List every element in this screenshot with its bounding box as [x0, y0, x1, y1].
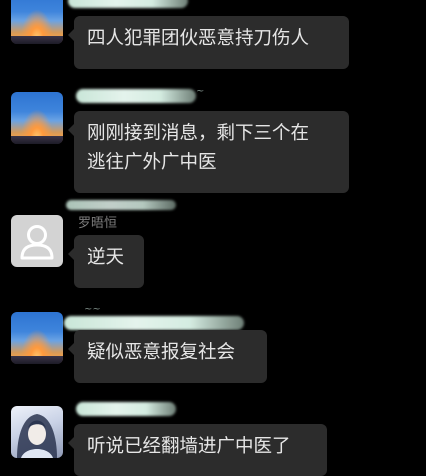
sender-name-redacted — [64, 316, 244, 330]
sender-name-decoration: ~~ — [84, 304, 101, 315]
message-text: 逃往广外广中医 — [87, 152, 217, 173]
sender-name-redacted — [76, 402, 176, 416]
sender-name-redacted — [68, 0, 188, 8]
default-user-avatar[interactable] — [11, 215, 63, 267]
sender-avatar[interactable] — [11, 312, 63, 364]
message-text: 刚刚接到消息，剩下三个在 — [87, 123, 310, 144]
sender-name-decoration: ~ — [196, 86, 205, 97]
sender-name-redacted — [66, 200, 176, 210]
message-text: 逆天 — [87, 247, 125, 268]
sender-avatar[interactable] — [11, 0, 63, 44]
message-text: 听说已经翻墙进广中医了 — [87, 436, 291, 457]
message-text: 疑似恶意报复社会 — [87, 342, 236, 363]
message-bubble[interactable]: 刚刚接到消息，剩下三个在 逃往广外广中医 — [68, 111, 349, 193]
sender-avatar[interactable] — [11, 92, 63, 144]
chat-message-list[interactable]: 四人犯罪团伙恶意持刀伤人 ~ 刚刚接到消息，剩下三个在 逃往广外广中医 罗晤恒 … — [0, 0, 426, 476]
sender-name-redacted — [76, 89, 196, 103]
message-bubble[interactable]: 听说已经翻墙进广中医了 — [68, 424, 327, 476]
sender-avatar[interactable] — [11, 406, 63, 458]
message-bubble[interactable]: 疑似恶意报复社会 — [68, 330, 267, 383]
message-text: 四人犯罪团伙恶意持刀伤人 — [87, 28, 310, 49]
message-bubble[interactable]: 四人犯罪团伙恶意持刀伤人 — [68, 16, 349, 69]
anime-character-icon — [17, 414, 57, 458]
message-bubble[interactable]: 逆天 — [68, 235, 144, 288]
sender-name[interactable]: 罗晤恒 — [78, 212, 117, 231]
person-silhouette-icon — [20, 225, 54, 260]
